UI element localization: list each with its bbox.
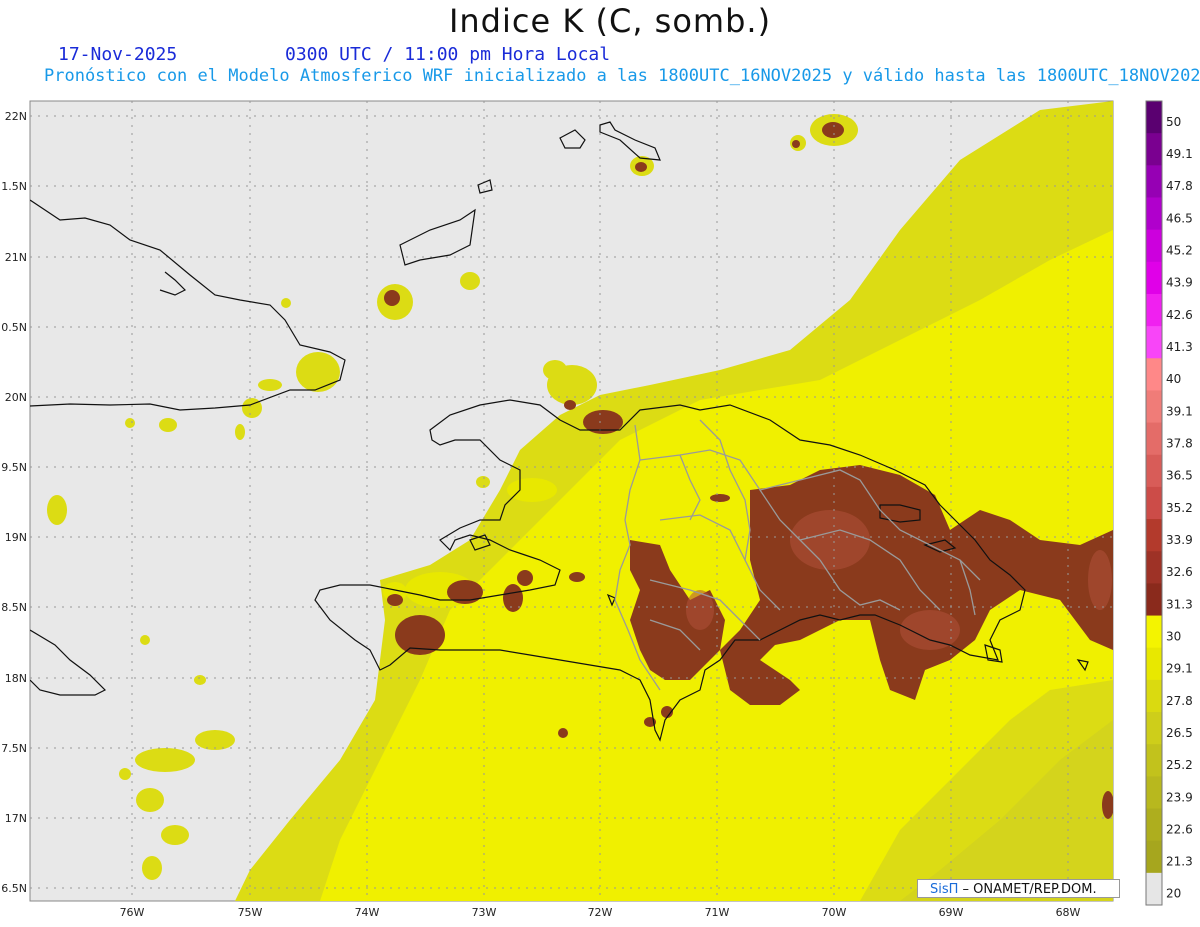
colorbar: 50 49.1 47.8 46.5 45.2 43.9 42.6 41.3 40 39.1 37.8…: [1145, 100, 1193, 906]
colorbar-label: 49.1: [1166, 147, 1193, 161]
lat-label: 18N: [5, 672, 27, 685]
colorbar-label: 29.1: [1166, 662, 1193, 676]
lat-label: 6.5N: [1, 882, 27, 895]
map-figure: 22N 1.5N 21N 0.5N 20N 9.5N 19N 8.5N 18N …: [1, 100, 1193, 919]
colorbar-label: 41.3: [1166, 340, 1193, 354]
lon-label: 70W: [822, 906, 847, 919]
colorbar-label: 22.6: [1166, 822, 1193, 836]
colorbar-label: 40: [1166, 372, 1181, 386]
colorbar-label: 45.2: [1166, 244, 1193, 258]
lon-label: 76W: [120, 906, 145, 919]
colorbar-swatch: [1146, 647, 1162, 681]
lon-label: 71W: [705, 906, 730, 919]
colorbar-swatch: [1146, 872, 1162, 906]
colorbar-label: 32.6: [1166, 565, 1193, 579]
colorbar-label: 27.8: [1166, 694, 1193, 708]
colorbar-label: 47.8: [1166, 179, 1193, 193]
lat-label: 8.5N: [1, 601, 27, 614]
colorbar-swatch: [1146, 519, 1162, 552]
colorbar-swatch: [1146, 551, 1162, 584]
colorbar-label: 46.5: [1166, 211, 1193, 225]
lat-label: 19N: [5, 531, 27, 544]
colorbar-swatch: [1146, 261, 1162, 295]
colorbar-label: 37.8: [1166, 437, 1193, 451]
lat-label: 20N: [5, 391, 27, 404]
colorbar-swatch: [1146, 422, 1162, 456]
lon-label: 69W: [939, 906, 964, 919]
lon-label: 73W: [472, 906, 497, 919]
colorbar-swatch: [1146, 744, 1162, 777]
colorbar-swatch: [1146, 293, 1162, 327]
colorbar-swatch: [1146, 583, 1162, 617]
lon-label: 72W: [588, 906, 613, 919]
colorbar-swatch: [1146, 486, 1162, 520]
lon-label: 75W: [238, 906, 263, 919]
colorbar-swatch: [1146, 229, 1162, 263]
colorbar-swatch: [1146, 197, 1162, 231]
colorbar-label: 21.3: [1166, 855, 1193, 869]
colorbar-label: 30: [1166, 629, 1181, 643]
colorbar-swatch: [1146, 358, 1162, 391]
colorbar-label: 42.6: [1166, 308, 1193, 322]
colorbar-swatch: [1146, 776, 1162, 810]
colorbar-swatch: [1146, 326, 1162, 359]
credit-box: SisΠ – ONAMET/REP.DOM.: [917, 879, 1120, 898]
colorbar-swatch: [1146, 679, 1162, 713]
colorbar-label: 39.1: [1166, 404, 1193, 418]
colorbar-swatch: [1146, 165, 1162, 198]
lat-label: 1.5N: [1, 180, 27, 193]
lat-label: 17N: [5, 812, 27, 825]
colorbar-label: 26.5: [1166, 726, 1193, 740]
lon-label: 68W: [1056, 906, 1081, 919]
colorbar-label: 35.2: [1166, 501, 1193, 515]
colorbar-swatch: [1146, 840, 1162, 874]
sispi-logo: SisΠ: [930, 882, 959, 897]
lat-axis: 22N 1.5N 21N 0.5N 20N 9.5N 19N 8.5N 18N …: [1, 110, 27, 895]
lat-label: 22N: [5, 110, 27, 123]
colorbar-swatch: [1146, 712, 1162, 745]
credit-text: – ONAMET/REP.DOM.: [958, 882, 1097, 897]
colorbar-swatch: [1146, 101, 1162, 134]
colorbar-label: 43.9: [1166, 276, 1193, 290]
colorbar-label: 23.9: [1166, 790, 1193, 804]
lat-label: 0.5N: [1, 321, 27, 334]
colorbar-label: 36.5: [1166, 469, 1193, 483]
colorbar-swatch: [1146, 808, 1162, 842]
colorbar-swatch: [1146, 390, 1162, 424]
colorbar-swatch: [1146, 454, 1162, 488]
colorbar-label: 25.2: [1166, 758, 1193, 772]
lon-label: 74W: [355, 906, 380, 919]
colorbar-label: 20: [1166, 887, 1181, 901]
colorbar-label: 31.3: [1166, 597, 1193, 611]
lon-axis: 76W 75W 74W 73W 72W 71W 70W 69W 68W: [120, 906, 1081, 919]
lat-label: 9.5N: [1, 461, 27, 474]
colorbar-swatch: [1146, 133, 1162, 166]
lat-label: 7.5N: [1, 742, 27, 755]
lat-label: 21N: [5, 251, 27, 264]
colorbar-label: 50: [1166, 115, 1181, 129]
colorbar-label: 33.9: [1166, 533, 1193, 547]
colorbar-swatch: [1146, 615, 1162, 649]
